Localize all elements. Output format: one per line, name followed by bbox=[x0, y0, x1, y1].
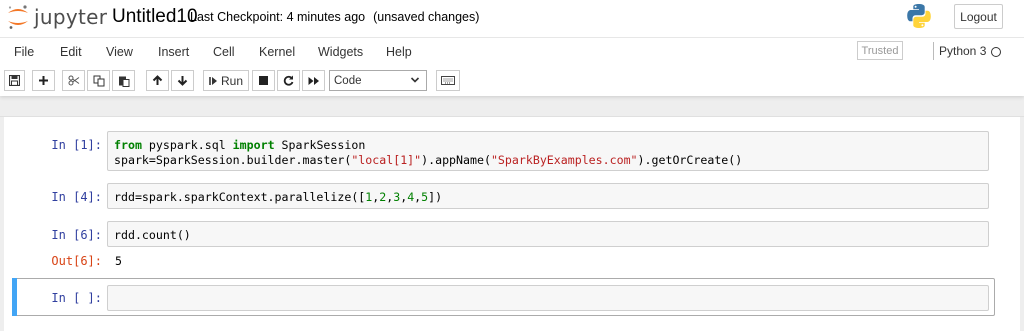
move-up-button[interactable] bbox=[146, 70, 169, 91]
menu-edit[interactable]: Edit bbox=[60, 45, 82, 59]
cell-3-input-prompt: In [6]: bbox=[51, 228, 102, 242]
menu-kernel[interactable]: Kernel bbox=[259, 45, 295, 59]
selected-cell-indicator bbox=[12, 278, 17, 316]
logout-button[interactable]: Logout bbox=[954, 4, 1003, 29]
paste-button[interactable] bbox=[112, 70, 135, 91]
code-token: pyspark.sql bbox=[148, 138, 233, 152]
python-logo-icon bbox=[906, 3, 932, 34]
cell-1-input-prompt: In [1]: bbox=[51, 138, 102, 152]
jupyter-logo-text: jupyter bbox=[34, 5, 108, 29]
interrupt-button[interactable] bbox=[252, 70, 275, 91]
cell-2-code-editor[interactable]: rdd=spark.sparkContext.parallelize([1,2,… bbox=[107, 183, 989, 209]
menu-file[interactable]: File bbox=[14, 45, 34, 59]
code-line: from pyspark.sql import SparkSession bbox=[114, 138, 365, 152]
copy-button[interactable] bbox=[87, 70, 110, 91]
code-token: ).getOrCreate() bbox=[637, 153, 743, 167]
code-line: rdd.count() bbox=[114, 228, 191, 242]
stop-icon bbox=[259, 76, 268, 85]
code-token: ).appName( bbox=[421, 153, 491, 167]
cell-3-output-prompt: Out[6]: bbox=[51, 254, 102, 268]
checkpoint-status: Last Checkpoint: 4 minutes ago (unsaved c… bbox=[190, 10, 479, 24]
last-checkpoint-text: Last Checkpoint: 4 minutes ago bbox=[190, 10, 366, 24]
cut-button[interactable] bbox=[62, 70, 85, 91]
move-down-button[interactable] bbox=[171, 70, 194, 91]
menu-view[interactable]: View bbox=[106, 45, 133, 59]
restart-icon bbox=[283, 75, 294, 86]
cell-3-code-editor[interactable]: rdd.count() bbox=[107, 221, 989, 247]
command-palette-button[interactable] bbox=[436, 70, 460, 91]
arrow-down-icon bbox=[177, 76, 188, 86]
save-button[interactable] bbox=[4, 70, 25, 91]
cell-1-code-editor[interactable]: from pyspark.sql import SparkSession spa… bbox=[107, 131, 989, 171]
cell-4-code-editor[interactable] bbox=[107, 285, 989, 311]
notebook-title[interactable]: Untitled10 bbox=[112, 6, 198, 28]
code-token: rdd.count() bbox=[114, 228, 191, 242]
jupyter-logo-icon bbox=[8, 5, 28, 29]
code-line: spark=SparkSession.builder.master("local… bbox=[114, 153, 742, 167]
kernel-idle-icon bbox=[991, 47, 1001, 57]
menu-help[interactable]: Help bbox=[386, 45, 412, 59]
save-icon bbox=[9, 75, 20, 86]
menu-insert[interactable]: Insert bbox=[158, 45, 189, 59]
code-line: rdd=spark.sparkContext.parallelize([1,2,… bbox=[114, 190, 442, 204]
cell-type-value: Code bbox=[334, 74, 362, 87]
code-token: spark=SparkSession.builder.master( bbox=[114, 153, 352, 167]
fast-forward-icon bbox=[308, 76, 319, 85]
copy-icon bbox=[93, 75, 104, 86]
code-token: from bbox=[114, 138, 142, 152]
jupyter-logo[interactable]: jupyter bbox=[6, 4, 107, 30]
menu-cell[interactable]: Cell bbox=[213, 45, 235, 59]
run-label: Run bbox=[220, 73, 243, 88]
menu-widgets[interactable]: Widgets bbox=[318, 45, 363, 59]
code-token: "local[1]" bbox=[351, 153, 422, 167]
step-forward-icon bbox=[209, 76, 217, 85]
restart-run-all-button[interactable] bbox=[302, 70, 325, 91]
cell-type-select[interactable]: Code bbox=[329, 70, 427, 91]
keyboard-icon bbox=[441, 76, 455, 85]
scissors-icon bbox=[68, 75, 79, 86]
code-token: ]) bbox=[428, 190, 443, 204]
cell-2-input-prompt: In [4]: bbox=[51, 190, 102, 204]
code-token: import bbox=[232, 138, 275, 152]
cell-3-output: 5 bbox=[115, 254, 122, 268]
code-token: SparkSession bbox=[274, 138, 366, 152]
unsaved-changes-text: (unsaved changes) bbox=[373, 10, 480, 24]
arrow-up-icon bbox=[152, 75, 163, 85]
restart-button[interactable] bbox=[277, 70, 300, 91]
notebook-top-edge bbox=[0, 116, 1024, 117]
kernel-divider bbox=[933, 42, 934, 60]
run-button[interactable]: Run bbox=[203, 70, 249, 91]
chevron-down-icon bbox=[410, 77, 420, 83]
code-token: "SparkByExamples.com" bbox=[490, 153, 638, 167]
trusted-indicator[interactable]: Trusted bbox=[857, 41, 903, 60]
paste-icon bbox=[118, 76, 129, 87]
kernel-name: Python 3 bbox=[939, 44, 987, 58]
plus-icon bbox=[39, 76, 48, 85]
code-token: rdd=spark.sparkContext.parallelize([ bbox=[114, 190, 366, 204]
insert-cell-button[interactable] bbox=[32, 70, 55, 91]
cell-4-input-prompt: In [ ]: bbox=[51, 291, 102, 305]
